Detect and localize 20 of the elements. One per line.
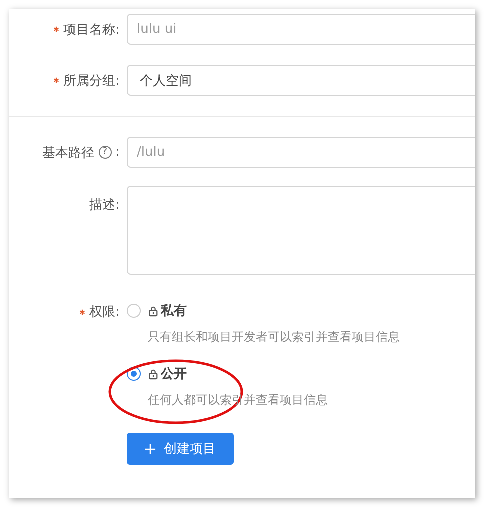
radio-button[interactable] (127, 367, 141, 381)
option-label: 公开 (161, 366, 187, 383)
field-label: 所属分组: (64, 72, 120, 90)
help-icon[interactable]: ? (98, 146, 112, 159)
lock-icon (148, 368, 159, 380)
plus-icon (145, 444, 156, 454)
create-project-button[interactable]: 创建项目 (127, 433, 234, 465)
group-select[interactable]: 个人空间 (127, 65, 475, 96)
text-field[interactable]: lulu ui (127, 14, 475, 45)
field-label: 权限: (90, 304, 120, 321)
radio-button[interactable] (127, 304, 141, 318)
field-label: 描述: (90, 197, 120, 214)
lock-icon (148, 306, 159, 316)
text-field[interactable]: /lulu (127, 137, 475, 168)
option-description: 只有组长和项目开发者可以索引并查看项目信息 (148, 329, 400, 346)
field-label: 基本路径 (42, 144, 95, 162)
label-colon: : (116, 145, 120, 160)
field-label: 项目名称: (64, 22, 120, 38)
option-label: 私有 (161, 303, 187, 320)
description-textarea[interactable] (127, 186, 475, 275)
